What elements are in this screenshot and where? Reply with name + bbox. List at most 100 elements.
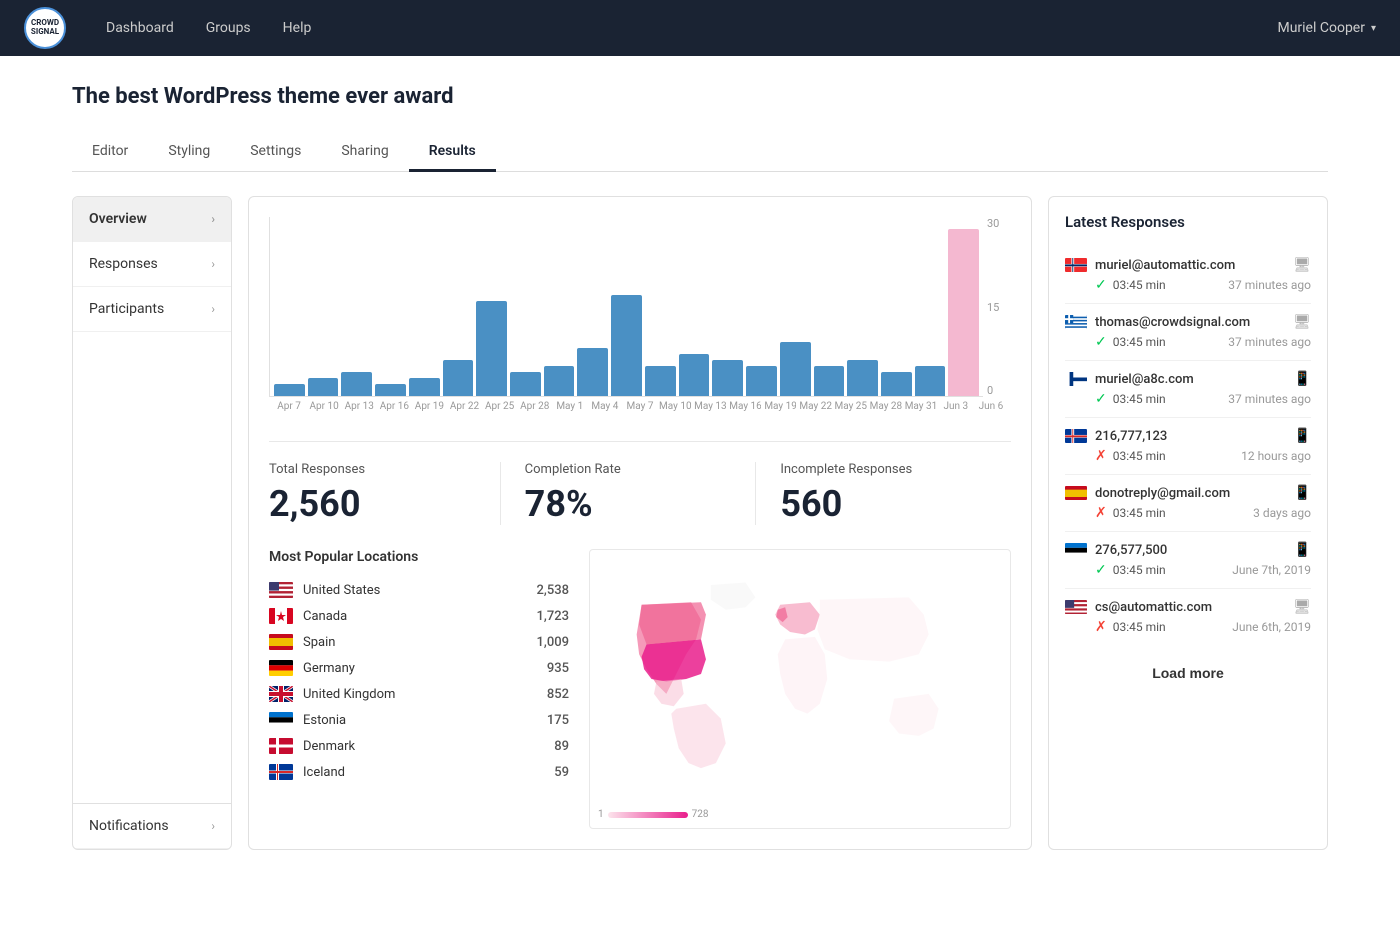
stat-incomplete-value: 560: [780, 483, 987, 525]
response-ago-0: 37 minutes ago: [1228, 278, 1311, 292]
nav-help[interactable]: Help: [283, 20, 312, 36]
response-email-1: thomas@crowdsignal.com: [1095, 315, 1285, 330]
x-label-5: Apr 22: [448, 401, 480, 412]
mobile-icon: 📱: [1294, 428, 1311, 444]
response-time-2: 03:45 min: [1113, 392, 1166, 406]
sidebar-item-responses[interactable]: Responses ›: [73, 242, 231, 287]
flag-es: [269, 634, 293, 650]
chart-bar-10: [611, 295, 642, 396]
x-label-0: Apr 7: [273, 401, 305, 412]
response-item-1[interactable]: thomas@crowdsignal.com 🖥 ✓ 03:45 min 37 …: [1065, 304, 1311, 361]
locations-panel: Most Popular Locations United States 2,5…: [269, 549, 569, 829]
response-item-6[interactable]: cs@automattic.com 🖥 ✗ 03:45 min June 6th…: [1065, 589, 1311, 645]
tab-results[interactable]: Results: [409, 133, 496, 172]
logo[interactable]: CROWDSIGNAL: [24, 7, 66, 49]
response-chart: 30 15 0 Apr 7Apr 10Apr 13Apr 16Apr 19Apr…: [269, 217, 1011, 417]
response-time-1: 03:45 min: [1113, 335, 1166, 349]
x-label-6: Apr 25: [484, 401, 516, 412]
flag-de: [269, 660, 293, 676]
response-flag-6: [1065, 600, 1087, 614]
location-row-3: Germany 935: [269, 655, 569, 681]
sidebar-item-participants[interactable]: Participants ›: [73, 287, 231, 332]
x-label-20: Jun 6: [975, 401, 1007, 412]
mobile-icon: 📱: [1294, 542, 1311, 558]
tab-styling[interactable]: Styling: [148, 133, 230, 172]
response-flag-0: [1065, 258, 1087, 272]
sidebar-item-notifications[interactable]: Notifications ›: [73, 803, 231, 849]
chart-bar-13: [712, 360, 743, 396]
sidebar-label-overview: Overview: [89, 211, 147, 227]
navbar: CROWDSIGNAL Dashboard Groups Help Muriel…: [0, 0, 1400, 56]
response-item-3[interactable]: 216,777,123 📱 ✗ 03:45 min 12 hours ago: [1065, 418, 1311, 475]
x-label-3: Apr 16: [378, 401, 410, 412]
x-label-15: May 22: [799, 401, 831, 412]
stat-total-responses: Total Responses 2,560: [269, 462, 500, 525]
response-time-6: 03:45 min: [1113, 620, 1166, 634]
map-svg: [602, 562, 998, 796]
chart-bar-5: [443, 360, 474, 396]
tab-bar: Editor Styling Settings Sharing Results: [72, 133, 1328, 172]
y-label-30: 30: [987, 217, 1011, 230]
chart-bar-20: [948, 229, 979, 396]
chart-bar-0: [274, 384, 305, 396]
chevron-right-icon: ›: [211, 212, 215, 226]
response-flag-1: [1065, 315, 1087, 329]
status-err-icon: ✗: [1095, 448, 1107, 464]
chevron-right-icon: ›: [211, 302, 215, 316]
load-more-button[interactable]: Load more: [1065, 657, 1311, 689]
sidebar-label-participants: Participants: [89, 301, 164, 317]
location-row-0: United States 2,538: [269, 577, 569, 603]
page-title: The best WordPress theme ever award: [72, 84, 1328, 109]
chart-bar-7: [510, 372, 541, 396]
chevron-right-icon: ›: [211, 257, 215, 271]
flag-dk: [269, 738, 293, 754]
sidebar-item-overview[interactable]: Overview ›: [73, 197, 231, 242]
nav-groups[interactable]: Groups: [206, 20, 251, 36]
location-name-3: Germany: [303, 661, 537, 676]
right-panel: Latest Responses muriel@automattic.com 🖥…: [1048, 196, 1328, 850]
x-label-1: Apr 10: [308, 401, 340, 412]
chart-bar-19: [915, 366, 946, 396]
flag-us: [269, 582, 293, 598]
chart-bar-16: [814, 366, 845, 396]
response-item-0[interactable]: muriel@automattic.com 🖥 ✓ 03:45 min 37 m…: [1065, 247, 1311, 304]
chevron-right-icon: ›: [211, 819, 215, 833]
chart-y-axis: 30 15 0: [983, 217, 1011, 397]
mobile-icon: 📱: [1294, 485, 1311, 501]
response-ago-1: 37 minutes ago: [1228, 335, 1311, 349]
user-menu[interactable]: Muriel Cooper ▾: [1277, 20, 1376, 36]
chart-bar-2: [341, 372, 372, 396]
tab-editor[interactable]: Editor: [72, 133, 148, 172]
location-row-4: United Kingdom 852: [269, 681, 569, 707]
tab-sharing[interactable]: Sharing: [321, 133, 408, 172]
response-item-5[interactable]: 276,577,500 📱 ✓ 03:45 min June 7th, 2019: [1065, 532, 1311, 589]
nav-dashboard[interactable]: Dashboard: [106, 20, 174, 36]
response-email-3: 216,777,123: [1095, 429, 1286, 444]
locations-title: Most Popular Locations: [269, 549, 569, 565]
x-label-16: May 25: [835, 401, 867, 412]
location-name-6: Denmark: [303, 739, 544, 754]
location-name-7: Iceland: [303, 765, 544, 780]
location-count-7: 59: [554, 765, 569, 780]
chart-bar-6: [476, 301, 507, 396]
location-count-5: 175: [547, 713, 569, 728]
chart-bar-14: [746, 366, 777, 396]
desktop-icon: 🖥: [1293, 257, 1311, 273]
response-email-2: muriel@a8c.com: [1095, 372, 1286, 387]
chart-bar-8: [544, 366, 575, 396]
location-name-4: United Kingdom: [303, 687, 537, 702]
chart-bar-4: [409, 378, 440, 396]
sidebar-label-notifications: Notifications: [89, 818, 169, 834]
response-item-2[interactable]: muriel@a8c.com 📱 ✓ 03:45 min 37 minutes …: [1065, 361, 1311, 418]
map-legend: 1 728: [598, 809, 709, 820]
response-item-4[interactable]: donotreply@gmail.com 📱 ✗ 03:45 min 3 day…: [1065, 475, 1311, 532]
user-name: Muriel Cooper: [1277, 20, 1365, 36]
x-label-17: May 28: [870, 401, 902, 412]
chart-bar-15: [780, 342, 811, 396]
response-ago-5: June 7th, 2019: [1232, 563, 1311, 577]
tab-settings[interactable]: Settings: [230, 133, 321, 172]
response-email-5: 276,577,500: [1095, 543, 1286, 558]
main-content: Overview › Responses › Participants › No…: [72, 196, 1328, 850]
content-panel: 30 15 0 Apr 7Apr 10Apr 13Apr 16Apr 19Apr…: [248, 196, 1032, 850]
x-label-8: May 1: [554, 401, 586, 412]
